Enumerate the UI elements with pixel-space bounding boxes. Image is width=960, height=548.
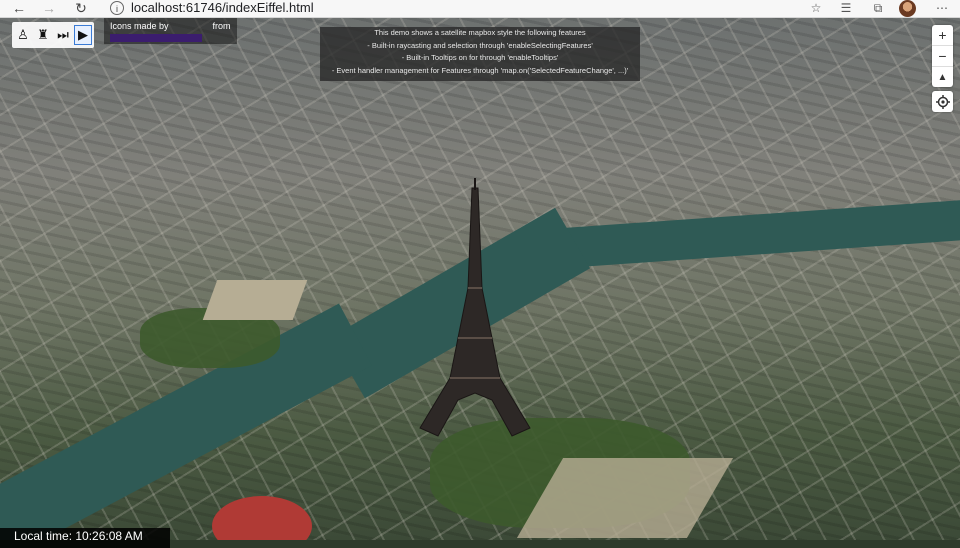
- eiffel-tower-button[interactable]: ♜: [34, 25, 52, 45]
- tour-toolbar: ♙ ♜ ⏭ ▶: [12, 22, 94, 48]
- icon-credits: Icons made by from: [104, 18, 237, 44]
- stadium-track: [212, 496, 312, 540]
- crosshair-icon: [935, 94, 950, 109]
- credits-author-link[interactable]: [173, 20, 209, 29]
- reload-icon[interactable]: ↻: [72, 0, 90, 18]
- map-canvas[interactable]: [0, 18, 960, 540]
- eiffel-tower-model[interactable]: [400, 178, 550, 478]
- zoom-out-button[interactable]: −: [932, 46, 953, 67]
- info-icon[interactable]: i: [110, 1, 124, 15]
- compass-button[interactable]: ▲: [932, 67, 953, 87]
- favorites-icon[interactable]: ☰: [838, 0, 854, 16]
- avatar[interactable]: [899, 0, 916, 17]
- info-line: - Event handler management for Features …: [331, 65, 629, 75]
- forward-button[interactable]: →: [40, 0, 58, 18]
- eiffel-tower-icon: ♜: [37, 27, 49, 42]
- info-line: - Built-in Tooltips on for through 'enab…: [401, 53, 559, 62]
- geolocate-button[interactable]: [932, 91, 953, 112]
- more-icon[interactable]: ⋯: [934, 0, 950, 16]
- play-icon: ▶: [78, 27, 88, 42]
- local-time-display: Local time: 10:26:08 AM: [0, 528, 170, 548]
- credits-made-by: Icons made by: [110, 21, 169, 31]
- statue-of-liberty-button[interactable]: ♙: [14, 25, 32, 45]
- statue-of-liberty-icon: ♙: [17, 27, 29, 42]
- star-icon[interactable]: ☆: [808, 0, 824, 16]
- back-button[interactable]: ←: [10, 0, 28, 18]
- skip-forward-button[interactable]: ⏭: [54, 25, 72, 45]
- demo-info-panel: This demo shows a satellite mapbox style…: [320, 27, 640, 81]
- zoom-in-button[interactable]: +: [932, 25, 953, 46]
- address-bar-url[interactable]: localhost:61746/indexEiffel.html: [131, 0, 314, 16]
- trocadero-plaza: [202, 280, 308, 320]
- play-button[interactable]: ▶: [74, 25, 92, 45]
- info-line: - Built-in raycasting and selection thro…: [367, 40, 593, 50]
- skip-forward-icon: ⏭: [57, 27, 69, 42]
- credits-from: from: [212, 21, 231, 31]
- info-line: This demo shows a satellite mapbox style…: [374, 28, 586, 37]
- browser-toolbar: ← → ↻ i localhost:61746/indexEiffel.html…: [0, 0, 960, 18]
- collections-icon[interactable]: ⧉: [870, 0, 886, 16]
- map-navigation-control: + − ▲: [932, 25, 953, 87]
- credits-source-link[interactable]: [110, 34, 202, 42]
